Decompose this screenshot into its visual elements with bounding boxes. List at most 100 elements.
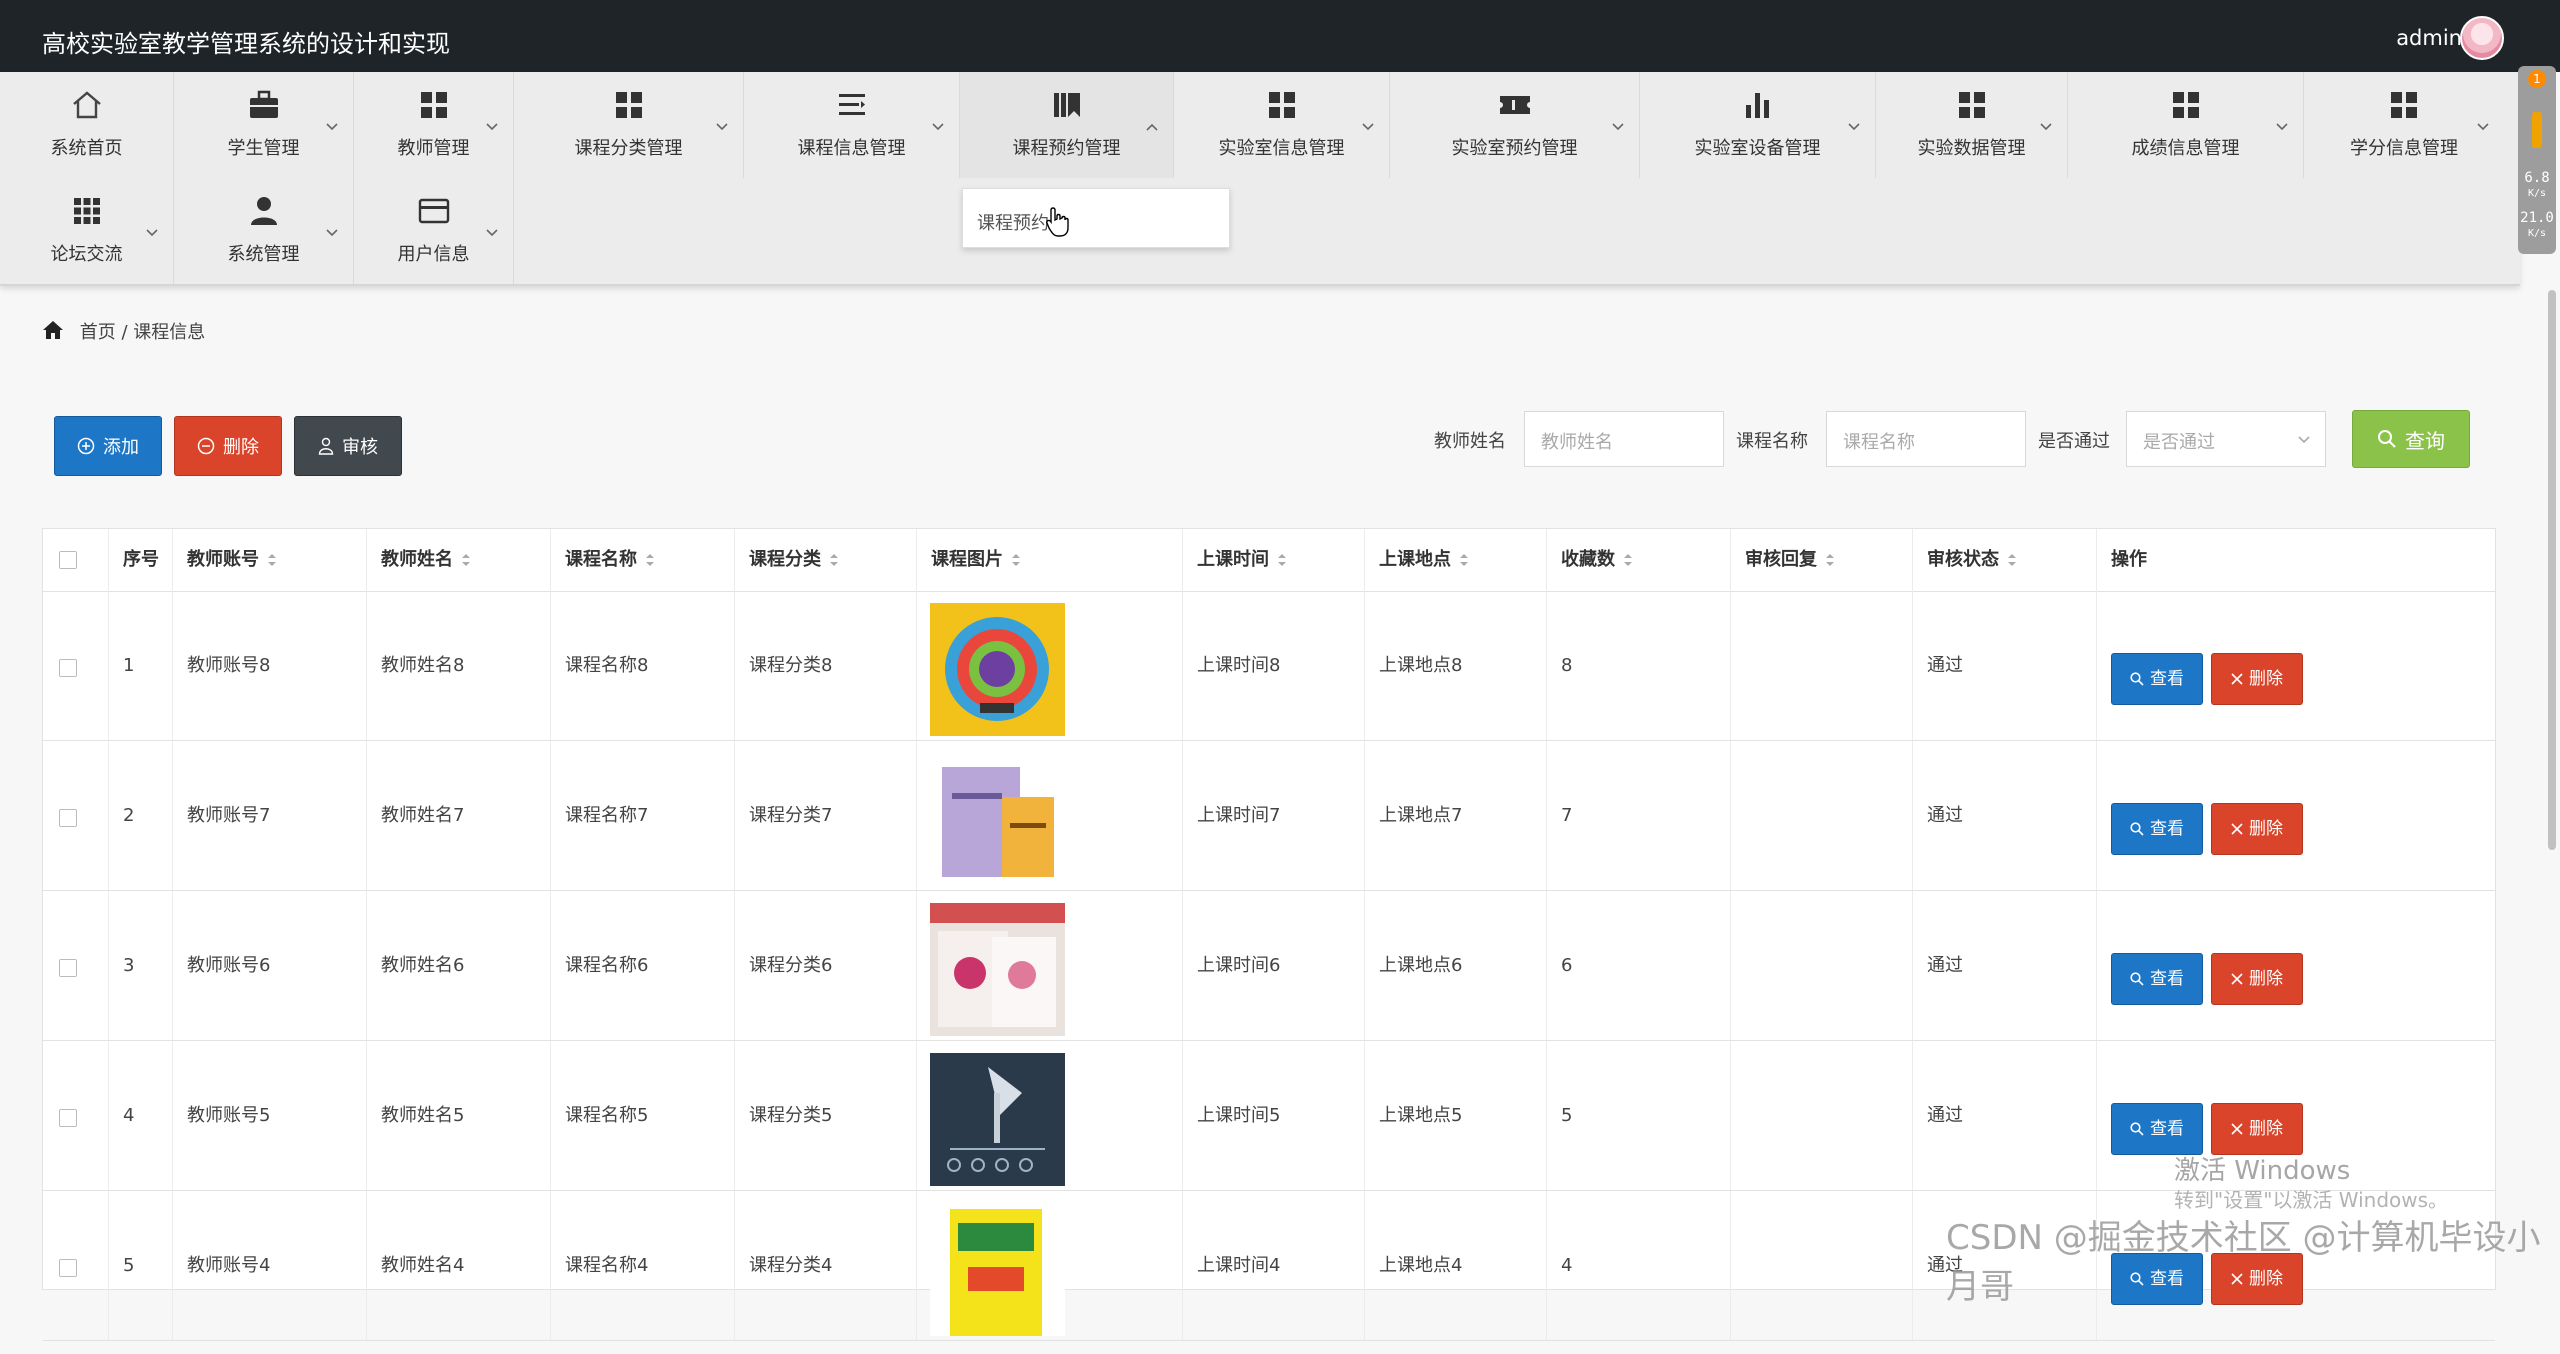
close-icon	[2231, 1123, 2243, 1135]
sort-icon	[1012, 554, 1020, 566]
header-actions: 操作	[2111, 549, 2147, 570]
nav-item-lab-info[interactable]: 实验室信息管理	[1174, 72, 1390, 178]
home-icon[interactable]	[42, 320, 64, 340]
view-button[interactable]: 查看	[2111, 653, 2203, 705]
nav-item-experiment-data[interactable]: 实验数据管理	[1876, 72, 2068, 178]
audit-button[interactable]: 审核	[294, 416, 402, 476]
view-button[interactable]: 查看	[2111, 1103, 2203, 1155]
table-row[interactable]: 3 教师账号6 教师姓名6 课程名称6 课程分类6 上课时间6 上课地点6 6 通过 查看 删除	[43, 891, 2495, 1041]
view-button[interactable]: 查看	[2111, 803, 2203, 855]
course-image[interactable]	[930, 1053, 1065, 1186]
header-select-all	[43, 529, 109, 591]
breadcrumb-home[interactable]: 首页	[80, 322, 116, 343]
cell-actions: 查看 删除	[2097, 741, 2495, 890]
avatar[interactable]	[2460, 16, 2504, 60]
course-image[interactable]	[930, 603, 1065, 736]
add-button[interactable]: 添加	[54, 416, 162, 476]
header-course-image[interactable]: 课程图片	[917, 529, 1183, 591]
bookmark-icon	[1053, 93, 1080, 117]
header-teacher-name[interactable]: 教师姓名	[367, 529, 551, 591]
cell-favorites: 7	[1547, 741, 1731, 890]
delete-label: 删除	[223, 437, 259, 458]
table-row[interactable]: 1 教师账号8 教师姓名8 课程名称8 课程分类8 上课时间8 上课地点8 8 通过 查看 删除	[43, 591, 2495, 741]
nav-item-home[interactable]: 系统首页	[0, 72, 174, 178]
row-checkbox[interactable]	[59, 1259, 77, 1277]
cell-actions: 查看 删除	[2097, 891, 2495, 1040]
header-course-category[interactable]: 课程分类	[735, 529, 917, 591]
course-image[interactable]	[930, 903, 1065, 1036]
page-scrollbar[interactable]	[2548, 290, 2556, 850]
header-class-time[interactable]: 上课时间	[1183, 529, 1365, 591]
nav-item-forum[interactable]: 论坛交流	[0, 178, 174, 284]
sort-icon	[646, 554, 654, 566]
course-name-input[interactable]: 课程名称	[1826, 411, 2026, 467]
nav-item-lab-equipment[interactable]: 实验室设备管理	[1640, 72, 1876, 178]
row-checkbox[interactable]	[59, 659, 77, 677]
sort-icon	[2008, 554, 2016, 566]
cell-class-time: 上课时间5	[1183, 1041, 1365, 1190]
nav-item-students[interactable]: 学生管理	[174, 72, 354, 178]
table-row[interactable]: 2 教师账号7 教师姓名7 课程名称7 课程分类7 上课时间7 上课地点7 7 通过 查看 删除	[43, 741, 2495, 891]
monitor-down: 21.0	[2520, 210, 2554, 226]
row-checkbox[interactable]	[59, 959, 77, 977]
header-course-name[interactable]: 课程名称	[551, 529, 735, 591]
breadcrumb: 首页 / 课程信息	[42, 318, 205, 344]
pass-status-placeholder: 是否通过	[2143, 432, 2215, 453]
select-all-checkbox[interactable]	[59, 551, 77, 569]
cell-course-image	[917, 891, 1183, 1040]
nav-item-teachers[interactable]: 教师管理	[354, 72, 514, 178]
header-audit-status[interactable]: 审核状态	[1913, 529, 2097, 591]
cell-teacher-name: 教师姓名8	[367, 591, 551, 740]
header-favorites[interactable]: 收藏数	[1547, 529, 1731, 591]
grid-icon	[2172, 92, 2199, 118]
username[interactable]: admin	[2396, 26, 2462, 50]
nav-label: 用户信息	[397, 244, 470, 265]
plus-circle-icon	[77, 437, 95, 455]
cell-actions: 查看 删除	[2097, 591, 2495, 740]
table-row[interactable]: 4 教师账号5 教师姓名5 课程名称5 课程分类5 上课时间5 上课地点5 5 通过 查看 删除	[43, 1041, 2495, 1191]
cell-audit-reply	[1731, 741, 1913, 890]
card-icon	[418, 198, 449, 224]
cell-class-location: 上课地点8	[1365, 591, 1547, 740]
cell-teacher-account: 教师账号5	[173, 1041, 367, 1190]
header-class-location[interactable]: 上课地点	[1365, 529, 1547, 591]
delete-row-button[interactable]: 删除	[2211, 953, 2303, 1005]
course-image[interactable]	[930, 753, 1065, 886]
nav-item-system[interactable]: 系统管理	[174, 178, 354, 284]
monitor-unit: K/s	[2527, 188, 2547, 199]
cell-favorites: 4	[1547, 1191, 1731, 1340]
delete-row-button[interactable]: 删除	[2211, 1103, 2303, 1155]
dropdown-item-course-booking[interactable]: 课程预约	[977, 209, 1049, 235]
cell-audit-reply	[1731, 1191, 1913, 1340]
row-checkbox[interactable]	[59, 809, 77, 827]
view-button[interactable]: 查看	[2111, 953, 2203, 1005]
nav-item-credits[interactable]: 学分信息管理	[2304, 72, 2504, 178]
cell-course-name: 课程名称5	[551, 1041, 735, 1190]
header-audit-reply[interactable]: 审核回复	[1731, 529, 1913, 591]
cell-class-location: 上课地点7	[1365, 741, 1547, 890]
search-icon	[2130, 972, 2144, 986]
delete-row-button[interactable]: 删除	[2211, 653, 2303, 705]
ticket-icon	[1499, 96, 1530, 114]
nav-item-course-info[interactable]: 课程信息管理	[744, 72, 960, 178]
pass-status-label: 是否通过	[2038, 431, 2110, 452]
row-checkbox[interactable]	[59, 1109, 77, 1127]
nav-item-course-category[interactable]: 课程分类管理	[514, 72, 744, 178]
nav-item-user-info[interactable]: 用户信息	[354, 178, 514, 284]
breadcrumb-separator: /	[115, 322, 134, 343]
teacher-name-input[interactable]: 教师姓名	[1524, 411, 1724, 467]
delete-label: 删除	[2249, 668, 2283, 689]
delete-row-button[interactable]: 删除	[2211, 803, 2303, 855]
pass-status-select[interactable]: 是否通过	[2126, 411, 2326, 467]
search-button[interactable]: 查询	[2352, 410, 2470, 468]
delete-button[interactable]: 删除	[174, 416, 282, 476]
nav-item-course-booking[interactable]: 课程预约管理	[960, 72, 1174, 178]
course-image[interactable]	[930, 1203, 1065, 1336]
app-title: 高校实验室教学管理系统的设计和实现	[42, 30, 450, 58]
header-teacher-account[interactable]: 教师账号	[173, 529, 367, 591]
minus-circle-icon	[197, 437, 215, 455]
cell-course-category: 课程分类8	[735, 591, 917, 740]
nav-item-lab-booking[interactable]: 实验室预约管理	[1390, 72, 1640, 178]
nav-item-grades[interactable]: 成绩信息管理	[2068, 72, 2304, 178]
apps-icon	[73, 198, 100, 224]
